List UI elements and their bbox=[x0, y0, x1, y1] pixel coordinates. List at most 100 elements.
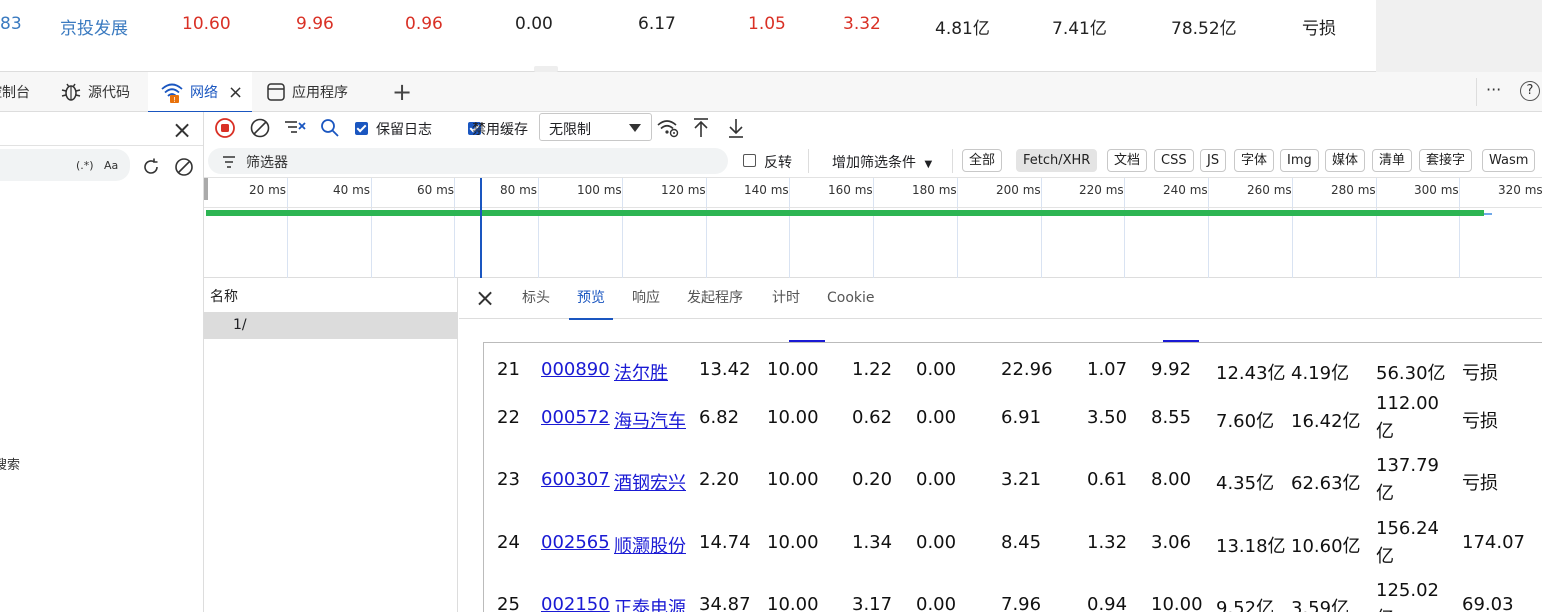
network-conditions-icon[interactable] bbox=[656, 117, 680, 139]
type-filter-js[interactable]: JS bbox=[1200, 149, 1227, 172]
clear-log-icon[interactable] bbox=[249, 117, 271, 139]
cell-change-pct: 10.00 bbox=[767, 594, 819, 612]
divider bbox=[1476, 78, 1477, 106]
name-column-header[interactable]: 名称 bbox=[210, 286, 238, 306]
request-waterfall-tail bbox=[1484, 213, 1492, 215]
tab-preview[interactable]: 预览 bbox=[569, 278, 613, 320]
request-list: 名称 1/ bbox=[204, 278, 458, 612]
cell-turnover: 8.45 bbox=[1001, 532, 1042, 553]
filter-bar: 筛选器 反转 增加筛选条件 ▼ 全部 Fetch/XHR 文档 CSS JS 字… bbox=[204, 144, 1542, 178]
cell-change: 3.17 bbox=[852, 594, 893, 612]
network-timeline[interactable]: 20 ms 40 ms 60 ms 80 ms 100 ms 120 ms 14… bbox=[204, 178, 1542, 278]
preview-pane: 21 000890 法尔胜 13.42 10.00 1.22 0.00 22.9… bbox=[459, 320, 1542, 612]
type-filter-fetch-xhr[interactable]: Fetch/XHR bbox=[1016, 149, 1098, 172]
close-detail-icon[interactable]: × bbox=[475, 286, 495, 310]
import-har-icon[interactable] bbox=[691, 117, 711, 139]
filter-input[interactable]: 筛选器 bbox=[208, 148, 728, 174]
search-icon[interactable] bbox=[319, 117, 341, 139]
timeline-grip[interactable] bbox=[204, 178, 208, 200]
detail-tab-bar: × 标头 预览 响应 发起程序 计时 Cookie bbox=[459, 278, 1542, 320]
tab-console[interactable]: 控制台 bbox=[0, 72, 48, 112]
refresh-icon[interactable] bbox=[141, 157, 161, 177]
export-har-icon[interactable] bbox=[726, 117, 746, 139]
more-filters-label: 增加筛选条件 bbox=[832, 155, 916, 171]
cell-amplitude: 3.06 bbox=[1151, 532, 1192, 553]
tab-sources-label: 源代码 bbox=[88, 85, 130, 101]
timeline-tick: 100 ms bbox=[577, 183, 622, 197]
cell-change: 0.62 bbox=[852, 407, 893, 428]
divider bbox=[0, 145, 203, 146]
tab-headers[interactable]: 标头 bbox=[522, 278, 550, 319]
match-case-toggle[interactable]: Aa bbox=[104, 159, 118, 172]
type-filter-doc[interactable]: 文档 bbox=[1107, 149, 1148, 172]
cell-volume-ratio: 3.50 bbox=[1087, 407, 1128, 428]
stock-code-link[interactable]: 000572 bbox=[541, 407, 610, 428]
cell-change: 1.22 bbox=[852, 359, 893, 380]
type-filter-css[interactable]: CSS bbox=[1154, 149, 1194, 172]
stock-code-link[interactable]: 600307 bbox=[541, 469, 610, 490]
tab-timing[interactable]: 计时 bbox=[772, 278, 800, 319]
timeline-tick: 80 ms bbox=[500, 183, 538, 197]
type-filter-all[interactable]: 全部 bbox=[962, 149, 1003, 172]
cell-amount: 7.60亿 bbox=[1216, 411, 1275, 432]
cell-market-value: 56.30亿 bbox=[1376, 363, 1446, 384]
type-filter-font[interactable]: 字体 bbox=[1234, 149, 1275, 172]
add-tab-button[interactable]: + bbox=[392, 72, 416, 112]
type-filter-img[interactable]: Img bbox=[1280, 149, 1319, 172]
cell-pe: 174.07 bbox=[1462, 532, 1525, 553]
more-options-button[interactable]: ··· bbox=[1486, 80, 1501, 99]
cell-float-value: 3.59亿 bbox=[1291, 598, 1350, 612]
type-filter-socket[interactable]: 套接字 bbox=[1419, 149, 1473, 172]
row-number: 24 bbox=[497, 532, 520, 553]
cell-amount: 9.52亿 bbox=[1216, 598, 1275, 612]
tab-application[interactable]: 应用程序 bbox=[266, 72, 366, 112]
tab-cookies[interactable]: Cookie bbox=[827, 278, 875, 319]
clear-icon[interactable] bbox=[174, 157, 194, 177]
stock-name-link[interactable]: 法尔胜 bbox=[614, 359, 668, 385]
cell-turnover: 7.96 bbox=[1001, 594, 1042, 612]
filter-clear-icon[interactable] bbox=[283, 117, 307, 139]
stock-turnover: 6.17 bbox=[638, 14, 676, 34]
tab-response[interactable]: 响应 bbox=[632, 278, 660, 319]
stop-recording-icon[interactable] bbox=[214, 117, 236, 139]
regex-toggle[interactable]: (.*) bbox=[76, 159, 94, 172]
cell-change-pct: 10.00 bbox=[767, 407, 819, 428]
timeline-tick: 320 ms bbox=[1498, 183, 1542, 197]
help-button[interactable]: ? bbox=[1520, 81, 1540, 101]
stock-name-link[interactable]: 正泰电源 bbox=[614, 594, 686, 612]
cell-amount: 13.18亿 bbox=[1216, 536, 1286, 557]
cell-turnover: 22.96 bbox=[1001, 359, 1053, 380]
type-filter-manifest[interactable]: 清单 bbox=[1372, 149, 1413, 172]
cell-speed: 0.00 bbox=[916, 359, 957, 380]
tab-network[interactable]: ! 网络 × bbox=[148, 72, 252, 113]
cell-amount: 12.43亿 bbox=[1216, 363, 1286, 384]
more-filters-dropdown[interactable]: 增加筛选条件 ▼ bbox=[832, 152, 932, 172]
stock-code-link[interactable]: 002565 bbox=[541, 532, 610, 553]
cell-volume-ratio: 1.32 bbox=[1087, 532, 1128, 553]
invert-checkbox[interactable] bbox=[743, 154, 756, 167]
stock-name-link[interactable]: 酒钢宏兴 bbox=[614, 469, 686, 495]
stock-pe: 亏损 bbox=[1302, 19, 1336, 39]
clipped-link-fragment bbox=[789, 334, 825, 342]
cell-pe: 69.03 bbox=[1462, 594, 1514, 612]
request-row[interactable]: 1/ bbox=[204, 312, 458, 339]
throttle-select[interactable]: 无限制 bbox=[539, 113, 652, 141]
tab-initiator[interactable]: 发起程序 bbox=[687, 278, 743, 319]
stock-code-link[interactable]: 000890 bbox=[541, 359, 610, 380]
stock-name-link[interactable]: 海马汽车 bbox=[614, 407, 686, 433]
filter-placeholder: 筛选器 bbox=[246, 155, 288, 171]
close-search-icon[interactable]: × bbox=[172, 118, 192, 142]
stock-row: 83 京投发展 10.60 9.96 0.96 0.00 6.17 1.05 3… bbox=[0, 0, 1542, 72]
preserve-log-checkbox[interactable] bbox=[355, 122, 368, 135]
cell-pe: 亏损 bbox=[1462, 473, 1498, 494]
stock-name-link[interactable]: 顺灏股份 bbox=[614, 532, 686, 558]
stock-code-link[interactable]: 002150 bbox=[541, 594, 610, 612]
close-tab-icon[interactable]: × bbox=[228, 82, 243, 103]
tab-sources[interactable]: 源代码 bbox=[60, 72, 148, 112]
type-filter-wasm[interactable]: Wasm bbox=[1482, 149, 1536, 172]
cell-change-pct: 10.00 bbox=[767, 359, 819, 380]
type-filter-media[interactable]: 媒体 bbox=[1325, 149, 1366, 172]
stock-name[interactable]: 京投发展 bbox=[60, 14, 128, 39]
cell-amplitude: 8.00 bbox=[1151, 469, 1192, 490]
network-toolbar: 保留日志 禁用缓存 无限制 bbox=[204, 112, 1542, 144]
